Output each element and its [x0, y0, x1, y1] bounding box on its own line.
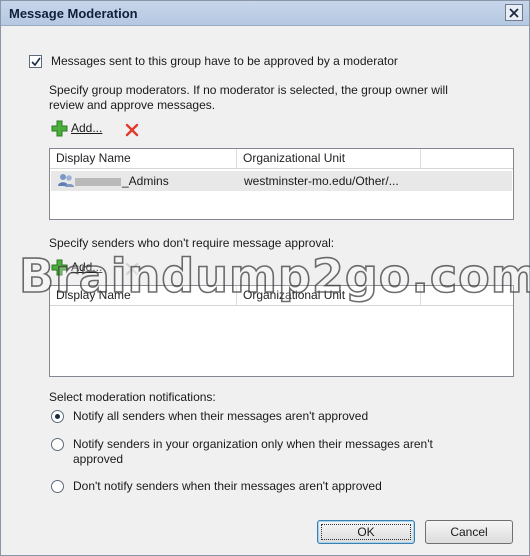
watermark-text: Braindump2go.com [18, 248, 530, 304]
cancel-button[interactable]: Cancel [425, 520, 513, 544]
add-moderator-label: Add... [71, 121, 103, 135]
moderator-organizational-unit: westminster-mo.edu/Other/... [244, 174, 399, 188]
checkmark-icon [31, 57, 41, 67]
add-green-plus-icon [51, 120, 68, 137]
moderators-description-line1: Specify group moderators. If no moderato… [49, 83, 448, 97]
remove-red-x-icon [125, 123, 139, 137]
message-moderation-dialog: Message Moderation Messages sent to this… [0, 0, 530, 556]
radio-notify-all[interactable] [51, 410, 64, 423]
require-approval-label[interactable]: Messages sent to this group have to be a… [51, 54, 398, 69]
group-users-icon [58, 174, 74, 187]
close-icon [509, 8, 519, 18]
remove-moderator-button[interactable] [125, 123, 139, 137]
moderator-display-name: _Admins [75, 173, 169, 189]
column-display-name[interactable]: Display Name [50, 149, 237, 168]
add-moderator-button[interactable]: Add... [51, 120, 131, 138]
focus-rectangle [321, 524, 411, 540]
moderators-list-header: Display Name Organizational Unit [50, 149, 513, 169]
dialog-title: Message Moderation [9, 6, 138, 21]
moderators-description-line2: review and approve messages. [49, 98, 216, 112]
require-approval-checkbox[interactable] [29, 55, 42, 68]
radio-selected-dot [55, 414, 60, 419]
option-notify-internal-label-line2[interactable]: approved [73, 452, 123, 467]
close-button[interactable] [505, 4, 523, 21]
option-notify-all-label[interactable]: Notify all senders when their messages a… [73, 409, 368, 424]
option-dont-notify-label[interactable]: Don't notify senders when their messages… [73, 479, 382, 494]
notifications-heading: Select moderation notifications: [49, 390, 216, 404]
option-notify-internal-label-line1[interactable]: Notify senders in your organization only… [73, 437, 433, 452]
title-bar: Message Moderation [1, 1, 529, 26]
column-organizational-unit[interactable]: Organizational Unit [237, 149, 421, 168]
redacted-name [75, 177, 121, 186]
cancel-button-label: Cancel [450, 525, 488, 539]
radio-dont-notify[interactable] [51, 480, 64, 493]
ok-button[interactable]: OK [317, 520, 415, 544]
moderator-row[interactable]: _Admins westminster-mo.edu/Other/... [51, 171, 512, 191]
radio-notify-internal[interactable] [51, 438, 64, 451]
moderators-list[interactable]: Display Name Organizational Unit _Admins… [49, 148, 514, 220]
